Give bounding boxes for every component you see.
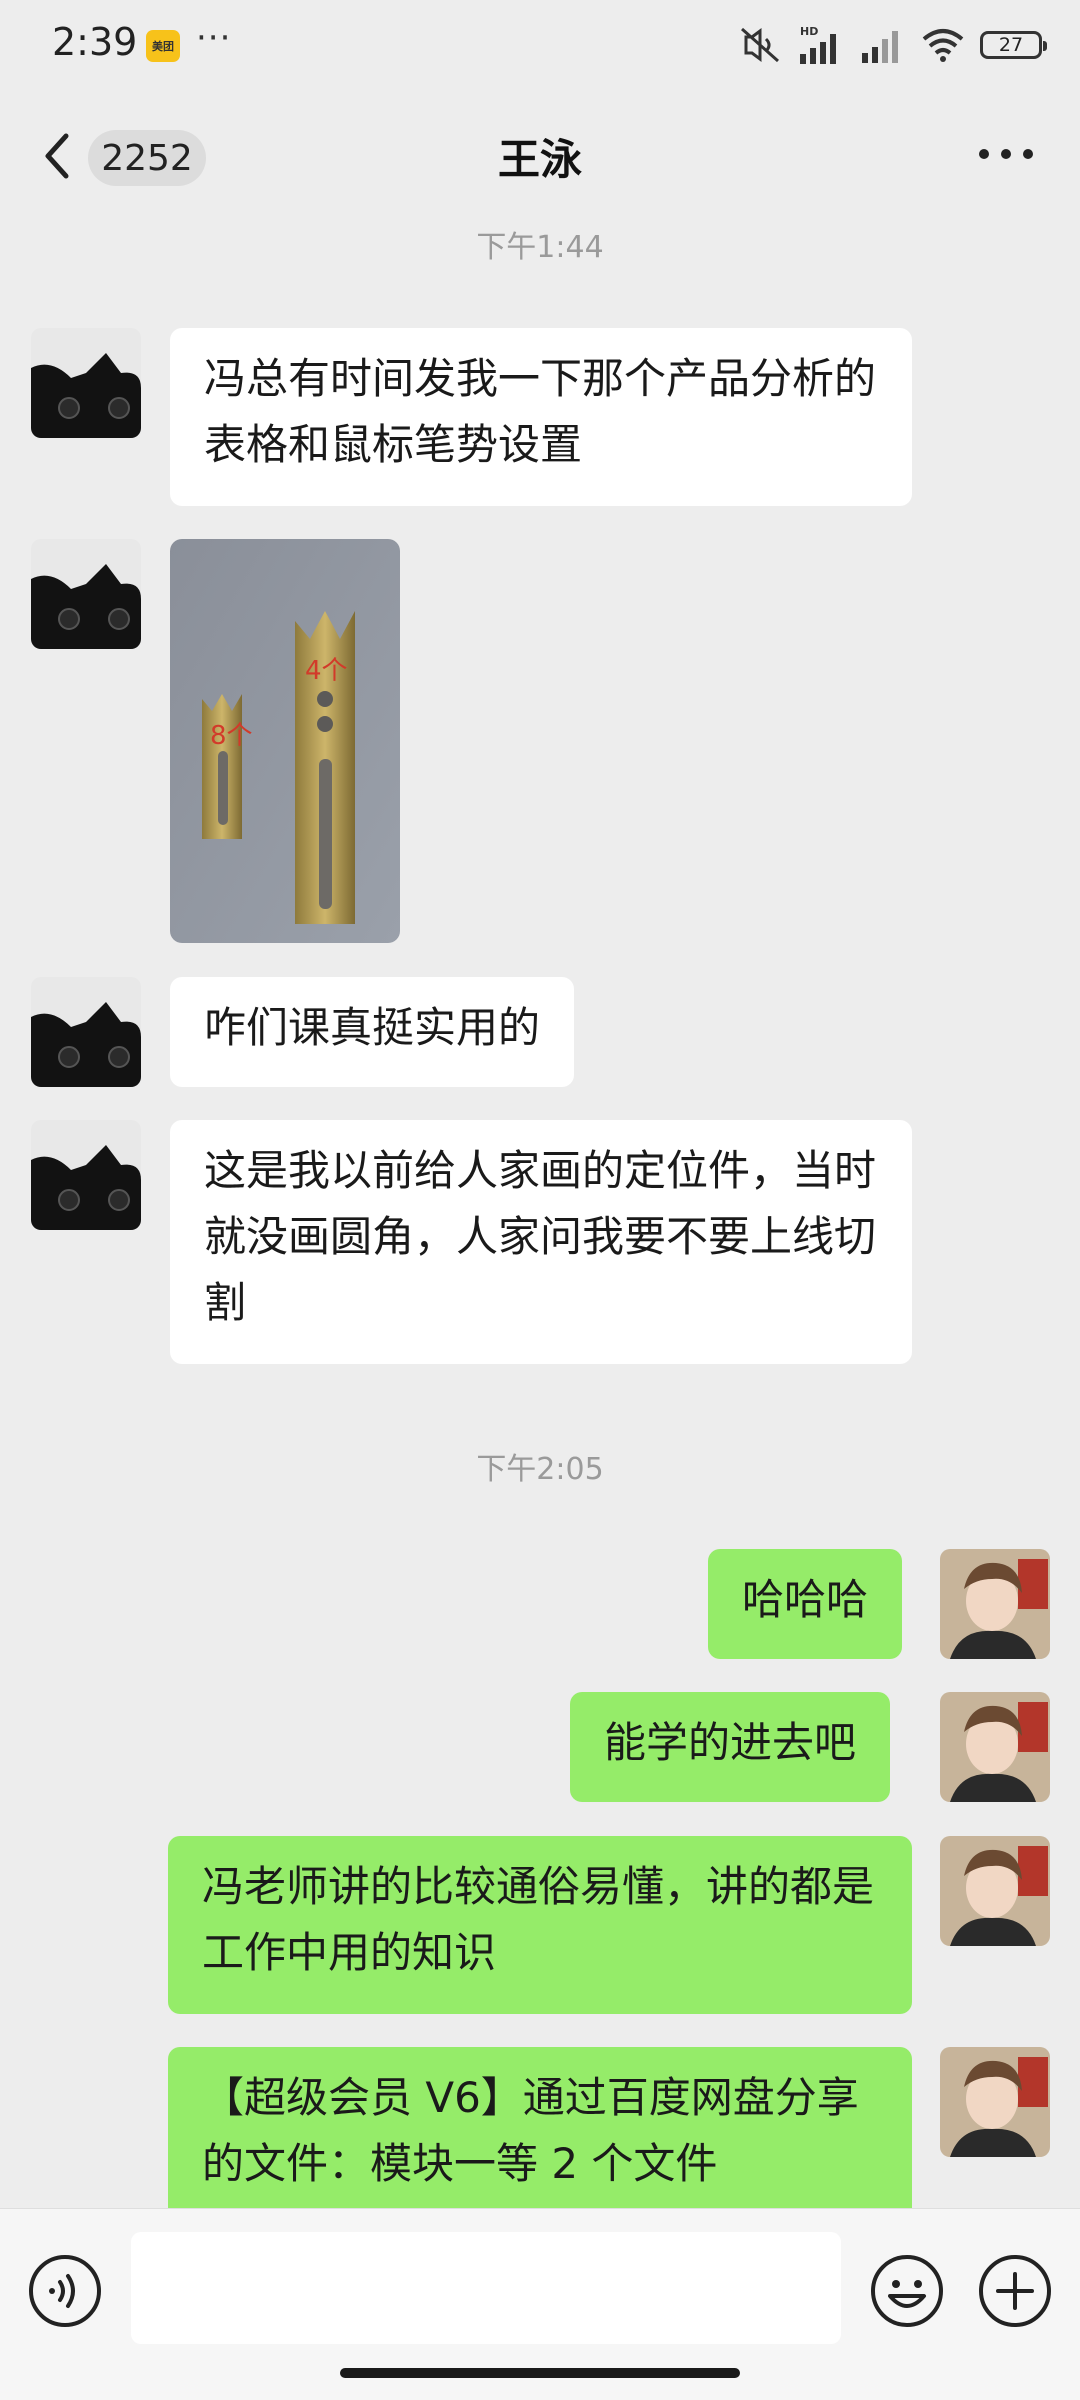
home-indicator[interactable] xyxy=(340,2368,740,2378)
self-avatar[interactable] xyxy=(940,2047,1050,2157)
self-avatar[interactable] xyxy=(940,1549,1050,1659)
message-input[interactable] xyxy=(131,2232,841,2344)
add-icon[interactable] xyxy=(978,2254,1052,2328)
contact-avatar[interactable] xyxy=(31,1120,141,1230)
self-avatar[interactable] xyxy=(940,1836,1050,1946)
status-bar: 2:39 美团 ··· HD 27 xyxy=(0,0,1080,90)
message-bubble[interactable]: 冯老师讲的比较通俗易懂，讲的都是工作中用的知识 xyxy=(168,1836,912,2014)
meituan-app-icon: 美团 xyxy=(146,30,180,62)
self-avatar[interactable] xyxy=(940,1692,1050,1802)
hd-signal-icon: HD xyxy=(796,24,846,66)
voice-icon[interactable] xyxy=(28,2254,102,2328)
image-label: 4个 xyxy=(305,656,348,686)
battery-icon: 27 xyxy=(980,31,1047,59)
image-label: 8个 xyxy=(210,721,253,751)
message-bubble[interactable]: 冯总有时间发我一下那个产品分析的表格和鼠标笔势设置 xyxy=(170,328,912,506)
mute-icon xyxy=(738,25,782,65)
emoji-icon[interactable] xyxy=(870,2254,944,2328)
svg-text:HD: HD xyxy=(800,25,818,38)
status-time: 2:39 xyxy=(52,20,138,64)
message-bubble[interactable]: 咋们课真挺实用的 xyxy=(170,977,575,1087)
status-icons: HD 27 xyxy=(738,22,1047,68)
contact-avatar[interactable] xyxy=(31,328,141,438)
contact-avatar[interactable] xyxy=(31,539,141,649)
back-arrow-icon[interactable] xyxy=(38,128,78,184)
more-dots-icon[interactable] xyxy=(974,134,1038,174)
chat-header: 2252 王泳 xyxy=(0,90,1080,220)
status-more-icon: ··· xyxy=(196,18,232,58)
wifi-icon xyxy=(920,25,966,65)
message-bubble[interactable]: 【超级会员 V6】通过百度网盘分享的文件：模块一等 2 个文件 xyxy=(168,2047,912,2225)
message-bubble[interactable]: 这是我以前给人家画的定位件，当时就没画圆角，人家问我要不要上线切割 xyxy=(170,1120,912,1364)
image-message[interactable]: 8个 4个 xyxy=(170,539,400,943)
message-bubble[interactable]: 哈哈哈 xyxy=(708,1549,903,1659)
signal-icon xyxy=(860,25,906,65)
unread-count-badge[interactable]: 2252 xyxy=(88,130,206,186)
contact-avatar[interactable] xyxy=(31,977,141,1087)
timestamp: 下午2:05 xyxy=(476,1452,604,1487)
message-bubble[interactable]: 能学的进去吧 xyxy=(570,1692,891,1802)
timestamp: 下午1:44 xyxy=(476,230,604,265)
